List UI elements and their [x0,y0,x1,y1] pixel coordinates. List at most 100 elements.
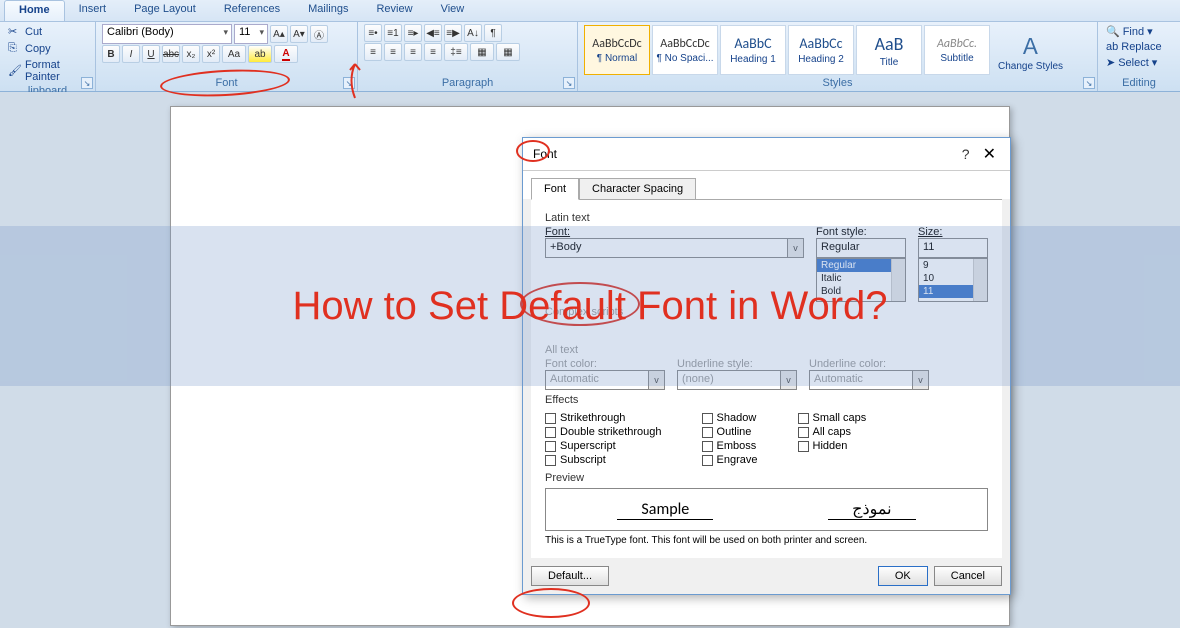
copy-button[interactable]: ⎘Copy [6,41,89,57]
change-styles-icon: Ａ [1020,29,1042,61]
borders-button[interactable]: ▦ [496,43,520,61]
scrollbar[interactable] [891,259,905,301]
underline-button[interactable]: U [142,45,160,63]
format-painter-button[interactable]: 🖌Format Painter [6,58,89,84]
style-field-label: Font style: [816,226,906,238]
default-button[interactable]: Default... [531,566,609,586]
font-combo[interactable]: +Bodyv [545,238,804,258]
paragraph-group-title: Paragraph [364,76,571,90]
font-launcher-icon[interactable]: ↘ [343,77,355,89]
tab-page-layout[interactable]: Page Layout [120,0,210,21]
ok-button[interactable]: OK [878,566,928,586]
change-case-button[interactable]: Aa [222,45,246,63]
show-marks-button[interactable]: ¶ [484,24,502,42]
align-left-button[interactable]: ≡ [364,43,382,61]
subscript-button[interactable]: x₂ [182,45,200,63]
indent-left-button[interactable]: ◀≡ [424,24,442,42]
scrollbar[interactable] [973,259,987,301]
preview-sample-complex: نموذج [828,499,915,520]
style-subtitle[interactable]: AaBbCc.Subtitle [924,25,990,75]
outline-checkbox[interactable]: Outline [702,426,758,438]
dialog-tab-spacing[interactable]: Character Spacing [579,178,696,200]
font-color-button[interactable]: A [274,45,298,63]
font-size-select[interactable]: 11 [234,24,268,44]
shading-button[interactable]: ▦ [470,43,494,61]
find-label: Find [1123,26,1144,38]
find-button[interactable]: 🔍Find ▾ [1104,24,1174,39]
engrave-checkbox[interactable]: Engrave [702,454,758,466]
style-title[interactable]: AaBTitle [856,25,922,75]
change-styles-button[interactable]: Ａ Change Styles [992,29,1069,72]
hidden-checkbox[interactable]: Hidden [798,440,867,452]
superscript-checkbox[interactable]: Superscript [545,440,662,452]
chevron-down-icon: v [648,371,664,389]
dstrike-checkbox[interactable]: Double strikethrough [545,426,662,438]
smallcaps-checkbox[interactable]: Small caps [798,412,867,424]
line-spacing-button[interactable]: ‡≡ [444,43,468,61]
allcaps-checkbox[interactable]: All caps [798,426,867,438]
ribbon-tabs: Home Insert Page Layout References Maili… [0,0,1180,22]
replace-button[interactable]: abReplace [1104,40,1174,54]
clear-format-button[interactable]: Ⓐ [310,25,328,43]
paragraph-launcher-icon[interactable]: ↘ [563,77,575,89]
dialog-tab-font[interactable]: Font [531,178,579,200]
strike-button[interactable]: abc [162,45,180,63]
cursor-icon: ➤ [1106,56,1115,69]
style-combo-value: Regular [821,241,860,253]
style-listbox[interactable]: Regular Italic Bold [816,258,906,302]
size-listbox[interactable]: 9 10 11 [918,258,988,302]
dialog-help-icon[interactable]: ? [956,146,976,162]
tab-home[interactable]: Home [4,0,65,21]
checkbox-label: Engrave [717,454,758,466]
justify-button[interactable]: ≡ [424,43,442,61]
painter-label: Format Painter [25,59,87,83]
clipboard-launcher-icon[interactable]: ↘ [81,77,93,89]
style-preview: AaB [875,33,904,55]
multilevel-button[interactable]: ≡▸ [404,24,422,42]
complex-scripts-label: Complex scripts [545,306,988,318]
underline-style-combo[interactable]: (none)v [677,370,797,390]
style-no-spacing[interactable]: AaBbCcDc¶ No Spaci... [652,25,718,75]
font-name-select[interactable]: Calibri (Body) [102,24,232,44]
strike-checkbox[interactable]: Strikethrough [545,412,662,424]
brush-icon: 🖌 [8,64,22,78]
numbering-button[interactable]: ≡1 [384,24,402,42]
style-normal[interactable]: AaBbCcDc¶ Normal [584,25,650,75]
align-right-button[interactable]: ≡ [404,43,422,61]
font-color-combo[interactable]: Automaticv [545,370,665,390]
dialog-close-icon[interactable]: ✕ [979,146,1000,163]
align-center-button[interactable]: ≡ [384,43,402,61]
shadow-checkbox[interactable]: Shadow [702,412,758,424]
italic-button[interactable]: I [122,45,140,63]
subscript-checkbox[interactable]: Subscript [545,454,662,466]
bullets-button[interactable]: ≡• [364,24,382,42]
size-combo[interactable]: 11 [918,238,988,258]
emboss-checkbox[interactable]: Emboss [702,440,758,452]
style-heading1[interactable]: AaBbCHeading 1 [720,25,786,75]
latin-text-label: Latin text [545,212,988,224]
select-button[interactable]: ➤Select ▾ [1104,55,1174,70]
shrink-font-button[interactable]: A▾ [290,25,308,43]
tab-insert[interactable]: Insert [65,0,121,21]
sort-button[interactable]: A↓ [464,24,482,42]
styles-launcher-icon[interactable]: ↘ [1083,77,1095,89]
grow-font-button[interactable]: A▴ [270,25,288,43]
superscript-button[interactable]: x² [202,45,220,63]
tab-review[interactable]: Review [362,0,426,21]
replace-icon: ab [1106,41,1118,53]
tab-references[interactable]: References [210,0,294,21]
tab-mailings[interactable]: Mailings [294,0,362,21]
cancel-button[interactable]: Cancel [934,566,1002,586]
indent-right-button[interactable]: ≡▶ [444,24,462,42]
bold-button[interactable]: B [102,45,120,63]
highlight-button[interactable]: ab [248,45,272,63]
style-combo[interactable]: Regular [816,238,906,258]
style-heading2[interactable]: AaBbCcHeading 2 [788,25,854,75]
checkbox-label: Shadow [717,412,757,424]
tab-view[interactable]: View [427,0,479,21]
checkbox-label: Hidden [813,440,848,452]
preview-box: Sample نموذج [545,488,988,531]
underline-color-combo[interactable]: Automaticv [809,370,929,390]
cut-button[interactable]: ✂Cut [6,24,89,40]
binoculars-icon: 🔍 [1106,25,1120,38]
